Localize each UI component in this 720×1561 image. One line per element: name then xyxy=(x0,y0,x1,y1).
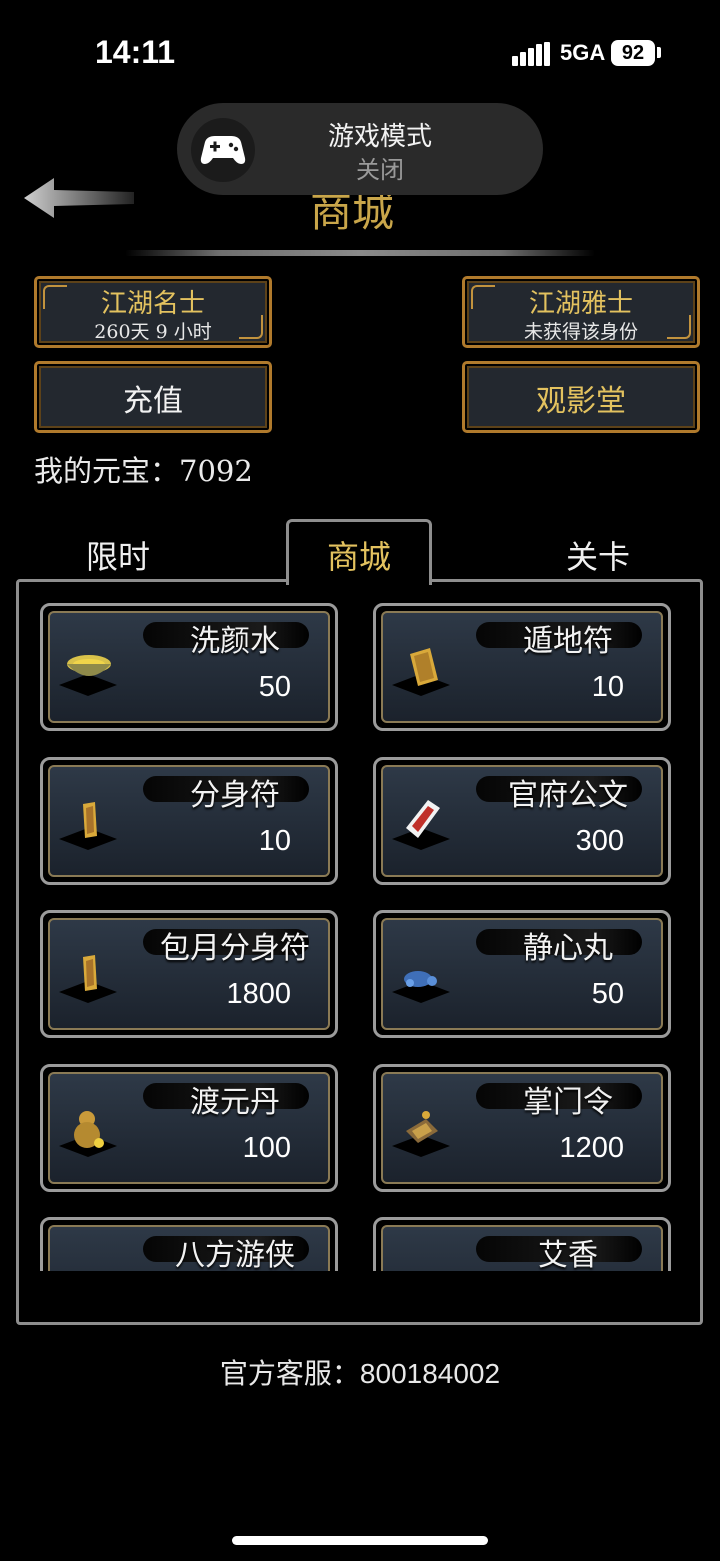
item-price: 1800 xyxy=(226,978,291,1010)
home-indicator[interactable] xyxy=(232,1536,488,1545)
recharge-button[interactable]: 充值 xyxy=(34,361,272,433)
item-card[interactable]: 静心丸 50 xyxy=(373,910,671,1038)
pill-icon xyxy=(404,971,437,987)
item-name: 洗颜水 xyxy=(190,624,280,659)
item-card[interactable]: 官府公文 300 xyxy=(373,757,671,885)
item-card[interactable]: 掌门令 1200 xyxy=(373,1064,671,1192)
network-label: 5GA xyxy=(560,40,606,65)
recharge-label: 充值 xyxy=(123,384,183,419)
item-price: 1200 xyxy=(559,1132,624,1164)
item-name: 八方游侠 xyxy=(175,1238,295,1271)
item-name: 官府公文 xyxy=(508,778,628,813)
item-name: 包月分身符 xyxy=(160,931,310,966)
item-card[interactable]: 艾香 xyxy=(373,1217,671,1271)
title-divider xyxy=(125,250,595,256)
theater-label: 观影堂 xyxy=(536,384,626,419)
item-price: 100 xyxy=(242,1132,291,1164)
item-price: 10 xyxy=(258,825,291,857)
item-name: 艾香 xyxy=(538,1238,598,1271)
battery-indicator: 92 xyxy=(611,40,655,66)
game-mode-title: 游戏模式 xyxy=(327,121,432,151)
item-card[interactable]: 分身符 10 xyxy=(40,757,338,885)
item-card[interactable]: 八方游侠 xyxy=(40,1217,338,1271)
item-card[interactable]: 遁地符 10 xyxy=(373,603,671,731)
bowl-icon xyxy=(67,655,111,676)
rank-subtitle: 260天 9 小时 xyxy=(94,321,212,343)
game-mode-state: 关闭 xyxy=(356,157,404,184)
status-time: 14:11 xyxy=(95,34,176,70)
item-card[interactable]: 渡元丹 100 xyxy=(40,1064,338,1192)
gamepad-icon xyxy=(191,118,255,182)
tab-shop[interactable]: 商城 xyxy=(327,532,391,578)
incense-icon xyxy=(396,1254,448,1271)
back-arrow-icon[interactable] xyxy=(24,176,134,220)
token-icon xyxy=(406,1111,438,1143)
rank-title: 江湖雅士 xyxy=(528,289,633,319)
tab-levels[interactable]: 关卡 xyxy=(566,532,630,578)
rank-title: 江湖名士 xyxy=(100,289,205,319)
item-price: 50 xyxy=(258,671,291,703)
talisman-icon xyxy=(83,955,97,991)
item-price: 50 xyxy=(591,978,624,1010)
item-price: 300 xyxy=(575,825,624,857)
battery-tip-icon xyxy=(657,47,661,58)
gourd-icon xyxy=(74,1111,104,1148)
signal-icon xyxy=(512,42,552,66)
rank-badge-yashi[interactable]: 江湖雅士 未获得该身份 xyxy=(462,276,700,348)
item-card[interactable]: 洗颜水 50 xyxy=(40,603,338,731)
item-name: 掌门令 xyxy=(523,1085,613,1120)
rank-badge-mingshi[interactable]: 江湖名士 260天 9 小时 xyxy=(34,276,272,348)
talisman-icon xyxy=(410,648,438,686)
document-icon xyxy=(406,800,440,838)
tab-limited[interactable]: 限时 xyxy=(86,532,150,578)
item-name: 分身符 xyxy=(190,778,280,813)
rank-subtitle: 未获得该身份 xyxy=(523,321,638,343)
item-name: 静心丸 xyxy=(523,931,613,966)
item-grid: 洗颜水 50 遁地符 10 分身符 10 官府公文 300 包月分身符 1800… xyxy=(40,603,680,1271)
item-name: 遁地符 xyxy=(523,624,613,659)
ingot-balance: 我的元宝：7092 xyxy=(34,454,253,488)
customer-service: 官方客服：800184002 xyxy=(219,1358,501,1389)
item-card[interactable]: 包月分身符 1800 xyxy=(40,910,338,1038)
theater-button[interactable]: 观影堂 xyxy=(462,361,700,433)
hero-icon xyxy=(63,1254,115,1271)
talisman-icon xyxy=(83,802,97,838)
item-price: 10 xyxy=(591,671,624,703)
item-name: 渡元丹 xyxy=(190,1085,280,1120)
